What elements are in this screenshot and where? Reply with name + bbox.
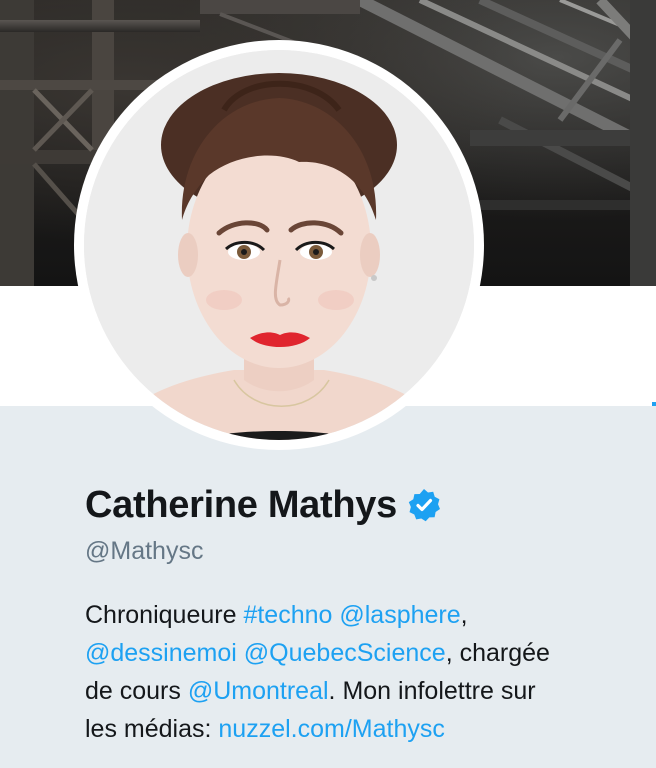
avatar-portrait-illustration [84, 50, 474, 440]
bio-text: Chroniqueure [85, 601, 244, 629]
bio-text: , chargée [445, 639, 550, 667]
bio-line: les médias: nuzzel.com/Mathysc [85, 710, 645, 748]
bio-text: de cours [85, 677, 188, 705]
bio-line: Chroniqueure #techno @lasphere, [85, 596, 645, 634]
bio-text [237, 639, 244, 667]
hashtag-techno-link[interactable]: #techno [243, 601, 332, 629]
bio-text: . Mon infolettre sur [328, 677, 536, 705]
mention-dessinemoi-link[interactable]: @dessinemoi [85, 639, 237, 667]
profile-handle[interactable]: @Mathysc [85, 537, 203, 566]
bio-line: de cours @Umontreal. Mon infolettre sur [85, 672, 645, 710]
bio-text: , [460, 601, 468, 629]
verified-badge-icon [407, 488, 441, 522]
bio-line: @dessinemoi @QuebecScience, chargée [85, 634, 645, 672]
avatar-photo [84, 50, 474, 440]
mention-lasphere-link[interactable]: @lasphere [339, 601, 460, 629]
bio-text: les médias: [85, 715, 219, 743]
mention-quebecscience-link[interactable]: @QuebecScience [244, 639, 446, 667]
nuzzel-url-link[interactable]: nuzzel.com/Mathysc [218, 715, 444, 743]
mention-umontreal-link[interactable]: @Umontreal [188, 677, 329, 705]
profile-avatar[interactable] [74, 40, 484, 450]
profile-bio: Chroniqueure #techno @lasphere, @dessine… [85, 596, 645, 748]
profile-name-row: Catherine Mathys [85, 480, 441, 530]
profile-name[interactable]: Catherine Mathys [85, 484, 397, 527]
